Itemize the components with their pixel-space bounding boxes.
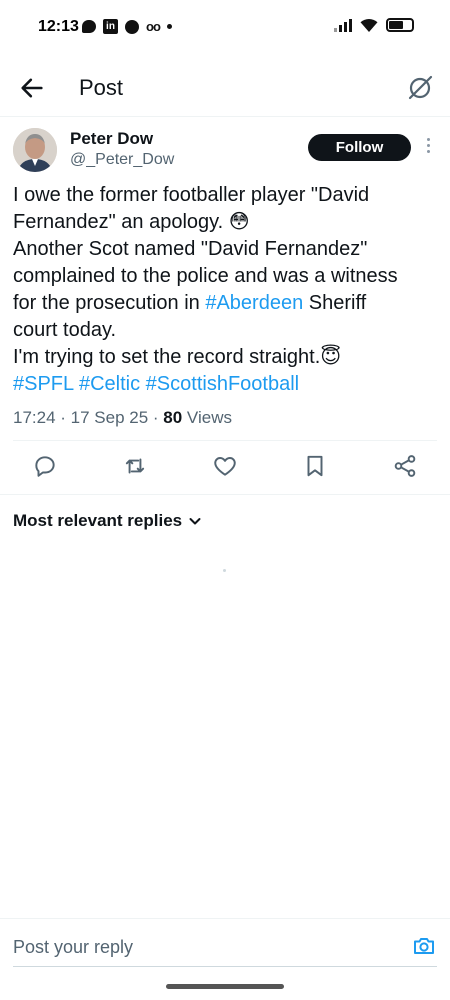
meta-divider (13, 440, 437, 441)
author-name[interactable]: Peter Dow (70, 129, 153, 149)
post-meta: 17:24 · 17 Sep 25 · 80 Views (13, 408, 232, 427)
more-vertical-icon (422, 138, 434, 153)
arrow-left-icon (21, 78, 43, 98)
reply-button[interactable] (32, 453, 58, 479)
status-time: 12:13 (38, 18, 79, 35)
more-options-button[interactable] (422, 138, 434, 156)
linkedin-icon: in (103, 19, 118, 34)
author-handle[interactable]: @_Peter_Dow (70, 151, 174, 169)
loading-indicator (223, 569, 226, 572)
hashtag-scottishfootball[interactable]: #ScottishFootball (146, 373, 299, 395)
reply-input-underline (13, 966, 437, 967)
hashtag-aberdeen[interactable]: #Aberdeen (205, 292, 303, 314)
repost-button[interactable] (122, 453, 148, 479)
reply-bar-divider (0, 918, 450, 919)
message-icon (82, 20, 96, 33)
post-line: Another Scot named "David Fernandez" (13, 238, 368, 260)
reply-input[interactable]: Post your reply (13, 937, 133, 958)
bookmark-icon (307, 455, 323, 477)
actions-divider (0, 494, 450, 495)
dot-icon (166, 24, 172, 29)
hashtag-spfl[interactable]: #SPFL (13, 373, 73, 395)
post-header: Post (0, 62, 450, 114)
hashtag-line: #SPFL #Celtic #ScottishFootball (13, 371, 433, 398)
post-line: for the prosecution in #Aberdeen Sheriff (13, 292, 367, 314)
system-icons (334, 18, 414, 32)
share-icon (394, 455, 416, 477)
voicemail-icon: oo (146, 19, 161, 34)
page-title: Post (79, 75, 124, 100)
back-button[interactable] (18, 74, 46, 102)
hashtag-celtic[interactable]: #Celtic (79, 373, 140, 395)
like-icon (214, 457, 236, 476)
views-count[interactable]: 80 (163, 408, 182, 427)
flushed-emoji: 😳 (228, 211, 250, 233)
halo-emoji: 😇 (320, 346, 342, 368)
circle-icon (125, 19, 139, 34)
post-line: court today. (13, 319, 117, 341)
reply-icon (35, 456, 55, 477)
battery-icon (386, 18, 414, 32)
replies-sort-dropdown[interactable]: Most relevant replies (13, 511, 202, 531)
reply-bar: Post your reply (0, 920, 450, 974)
post-line: Fernandez" an apology. 😳 (13, 211, 250, 233)
action-bar (0, 453, 450, 483)
share-button[interactable] (392, 453, 418, 479)
grok-button[interactable] (406, 74, 434, 102)
home-indicator[interactable] (166, 984, 284, 989)
bookmark-button[interactable] (302, 453, 328, 479)
replies-sort-label: Most relevant replies (13, 511, 183, 530)
views-label: Views (182, 408, 232, 427)
camera-button[interactable] (412, 934, 436, 958)
repost-icon (125, 458, 145, 474)
like-button[interactable] (212, 453, 238, 479)
post-line: complained to the police and was a witne… (13, 265, 398, 287)
status-bar: 12:13 in oo (0, 0, 450, 56)
post-text: I owe the former footballer player "Davi… (13, 182, 433, 398)
follow-button[interactable]: Follow (308, 134, 411, 161)
post-time[interactable]: 17:24 (13, 408, 56, 427)
post-date[interactable]: 17 Sep 25 (71, 408, 149, 427)
camera-icon (414, 938, 434, 954)
grok-icon (408, 75, 433, 100)
header-divider (0, 116, 450, 117)
post-line: I'm trying to set the record straight.😇 (13, 346, 342, 368)
post-line: I owe the former footballer player "Davi… (13, 184, 370, 206)
signal-icon (334, 18, 352, 32)
chevron-down-icon (189, 518, 201, 525)
avatar[interactable] (13, 128, 57, 172)
wifi-icon (360, 18, 378, 32)
notification-icons: in oo (82, 19, 172, 34)
